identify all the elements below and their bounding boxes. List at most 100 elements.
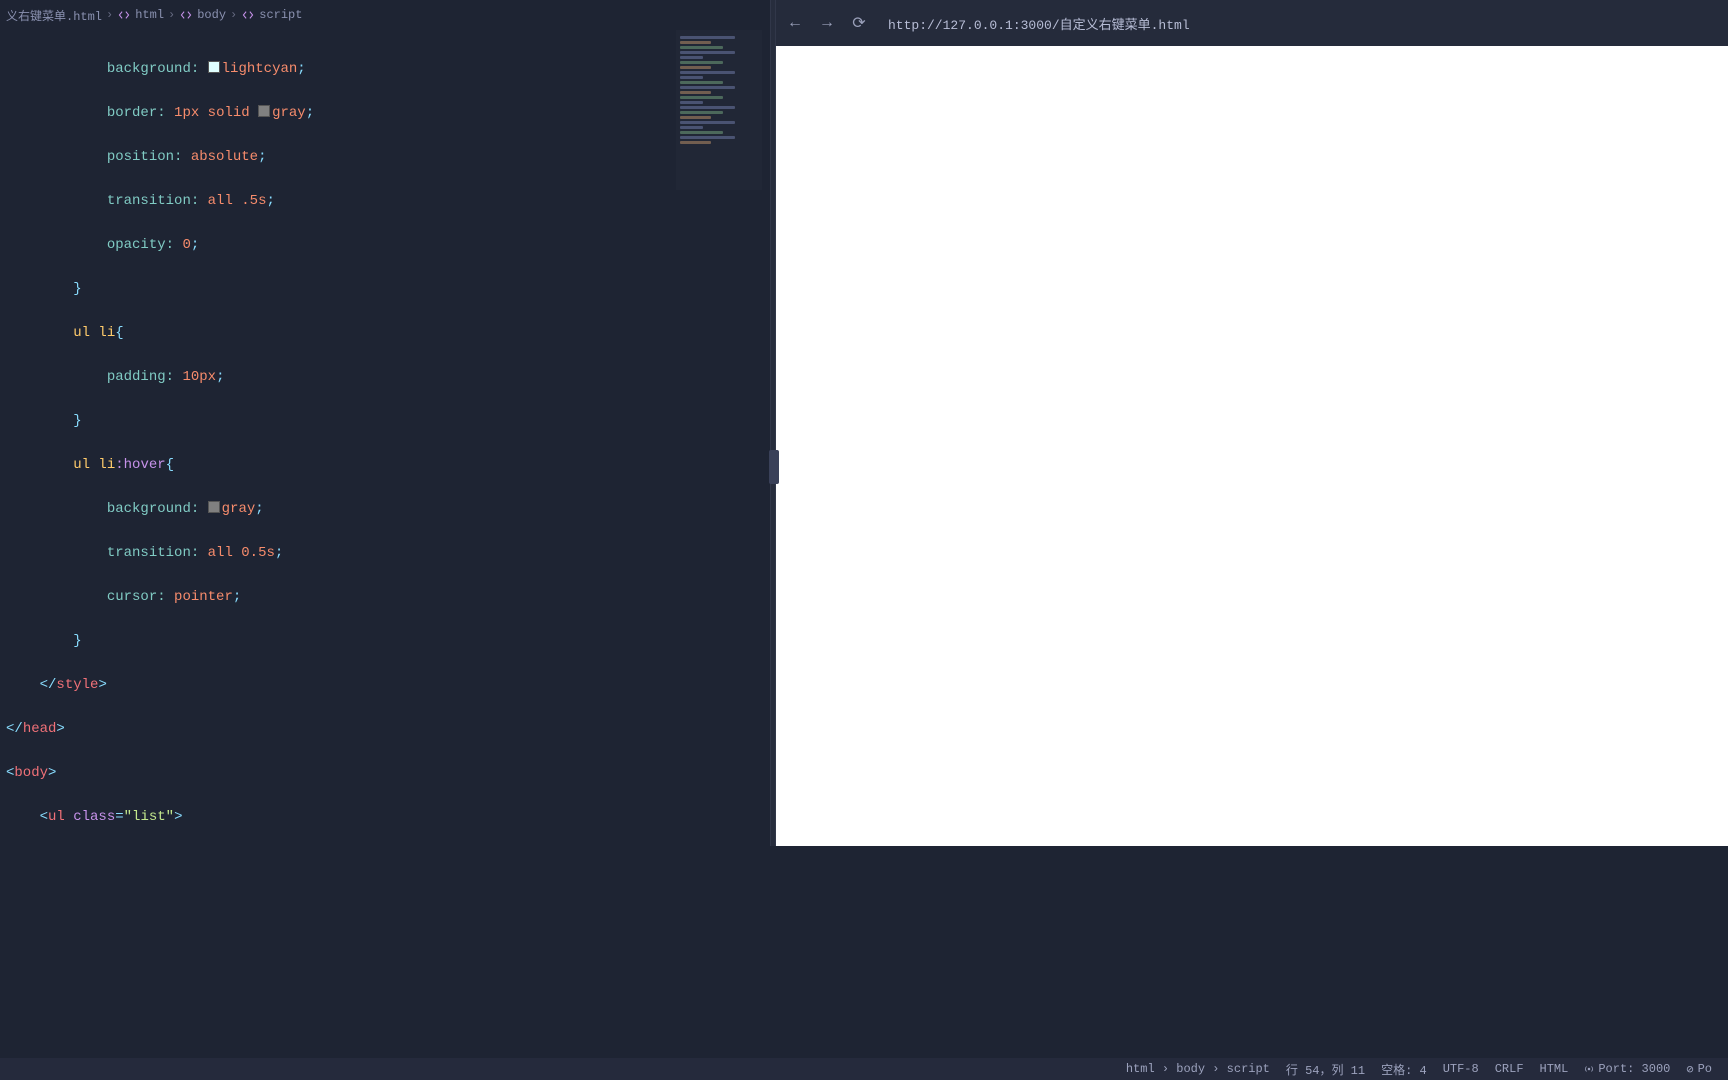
code-token: = [115, 809, 123, 825]
tag-icon [117, 8, 131, 22]
minimap-line [680, 41, 711, 44]
minimap-line [680, 141, 711, 144]
minimap-line [680, 71, 735, 74]
status-eol[interactable]: CRLF [1495, 1062, 1524, 1076]
code-token: transition: [107, 545, 208, 561]
status-live-server[interactable]: Port: 3000 [1584, 1062, 1670, 1076]
code-token: { [166, 457, 174, 473]
status-encoding[interactable]: UTF-8 [1443, 1062, 1479, 1076]
status-indent[interactable]: 空格: 4 [1381, 1061, 1427, 1078]
code-token: li [90, 457, 115, 473]
forward-button[interactable]: → [818, 14, 836, 32]
code-token: transition: [107, 193, 208, 209]
status-misc[interactable]: ⊘ Po [1686, 1062, 1712, 1077]
minimap-line [680, 76, 703, 79]
code-token: ; [258, 149, 266, 165]
code-token: } [73, 413, 81, 429]
color-swatch-lightcyan [208, 61, 220, 73]
breadcrumb-body[interactable]: body [179, 8, 226, 22]
code-token: lightcyan [222, 61, 298, 77]
code-token: cursor: [107, 589, 174, 605]
broadcast-icon [1584, 1064, 1594, 1074]
minimap-line [680, 111, 723, 114]
code-token: background: [107, 501, 208, 517]
status-path[interactable]: html › body › script [1126, 1062, 1270, 1076]
code-token: head [23, 721, 57, 737]
split-handle[interactable] [770, 0, 776, 846]
status-line-col[interactable]: 行 54，列 11 [1286, 1061, 1365, 1078]
minimap-line [680, 36, 735, 39]
color-swatch-gray [258, 105, 270, 117]
minimap[interactable] [676, 30, 762, 190]
code-token: ; [297, 61, 305, 77]
status-bar: html › body › script 行 54，列 11 空格: 4 UTF… [0, 1058, 1728, 1080]
tag-icon [179, 8, 193, 22]
minimap-line [680, 91, 711, 94]
code-token: ul [48, 809, 65, 825]
code-token: ; [216, 369, 224, 385]
minimap-line [680, 51, 735, 54]
code-token: 0 [182, 237, 190, 253]
breadcrumb-script[interactable]: script [241, 8, 302, 22]
preview-body[interactable] [776, 46, 1728, 846]
reload-button[interactable]: ⟳ [850, 13, 868, 33]
code-token: ; [275, 545, 283, 561]
code-token: opacity: [107, 237, 183, 253]
minimap-line [680, 121, 735, 124]
back-button[interactable]: ← [786, 14, 804, 32]
minimap-line [680, 101, 703, 104]
code-token: </ [6, 721, 23, 737]
arrow-left-icon: ← [790, 14, 800, 32]
status-port-label: Port: 3000 [1598, 1062, 1670, 1076]
breadcrumb-label: body [197, 8, 226, 22]
tag-icon [241, 8, 255, 22]
code-token: 10px [182, 369, 216, 385]
code-token: all .5s [208, 193, 267, 209]
color-swatch-gray [208, 501, 220, 513]
minimap-line [680, 66, 711, 69]
code-token: style [56, 677, 98, 693]
editor-pane: 义右键菜单.html › html › body › script backgr… [0, 0, 770, 846]
status-language[interactable]: HTML [1540, 1062, 1569, 1076]
minimap-line [680, 46, 723, 49]
breadcrumb-html[interactable]: html [117, 8, 164, 22]
code-token: "list" [124, 809, 174, 825]
code-token: gray [222, 501, 256, 517]
breadcrumb-sep: › [230, 8, 237, 22]
code-token: background: [107, 61, 208, 77]
breadcrumb-sep: › [106, 8, 113, 22]
block-icon: ⊘ [1686, 1062, 1693, 1077]
code-token: { [115, 325, 123, 341]
workspace: 义右键菜单.html › html › body › script backgr… [0, 0, 1728, 846]
address-bar[interactable]: http://127.0.0.1:3000/自定义右键菜单.html [882, 10, 1718, 37]
code-token: class [65, 809, 115, 825]
code-token: li [90, 325, 115, 341]
code-token: ; [233, 589, 241, 605]
minimap-line [680, 126, 703, 129]
preview-pane: ← → ⟳ http://127.0.0.1:3000/自定义右键菜单.html [776, 0, 1728, 846]
breadcrumb[interactable]: 义右键菜单.html › html › body › script [0, 0, 770, 30]
code-token: > [174, 809, 182, 825]
code-token: border: [107, 105, 174, 121]
code-token: ; [266, 193, 274, 209]
arrow-right-icon: → [822, 14, 832, 32]
code-token: solid [199, 105, 258, 121]
code-token: } [73, 281, 81, 297]
breadcrumb-label: script [259, 8, 302, 22]
minimap-line [680, 61, 723, 64]
code-editor[interactable]: background: lightcyan; border: 1px solid… [0, 30, 770, 846]
minimap-line [680, 136, 735, 139]
code-token: } [73, 633, 81, 649]
minimap-line [680, 106, 735, 109]
split-grip-icon[interactable] [769, 450, 779, 484]
minimap-line [680, 96, 723, 99]
code-token: absolute [191, 149, 258, 165]
breadcrumb-file[interactable]: 义右键菜单.html [6, 7, 102, 24]
preview-toolbar: ← → ⟳ http://127.0.0.1:3000/自定义右键菜单.html [776, 0, 1728, 46]
breadcrumb-sep: › [168, 8, 175, 22]
breadcrumb-label: html [135, 8, 164, 22]
reload-icon: ⟳ [852, 15, 865, 33]
code-token: ; [191, 237, 199, 253]
code-token: position: [107, 149, 191, 165]
code-token: ; [255, 501, 263, 517]
